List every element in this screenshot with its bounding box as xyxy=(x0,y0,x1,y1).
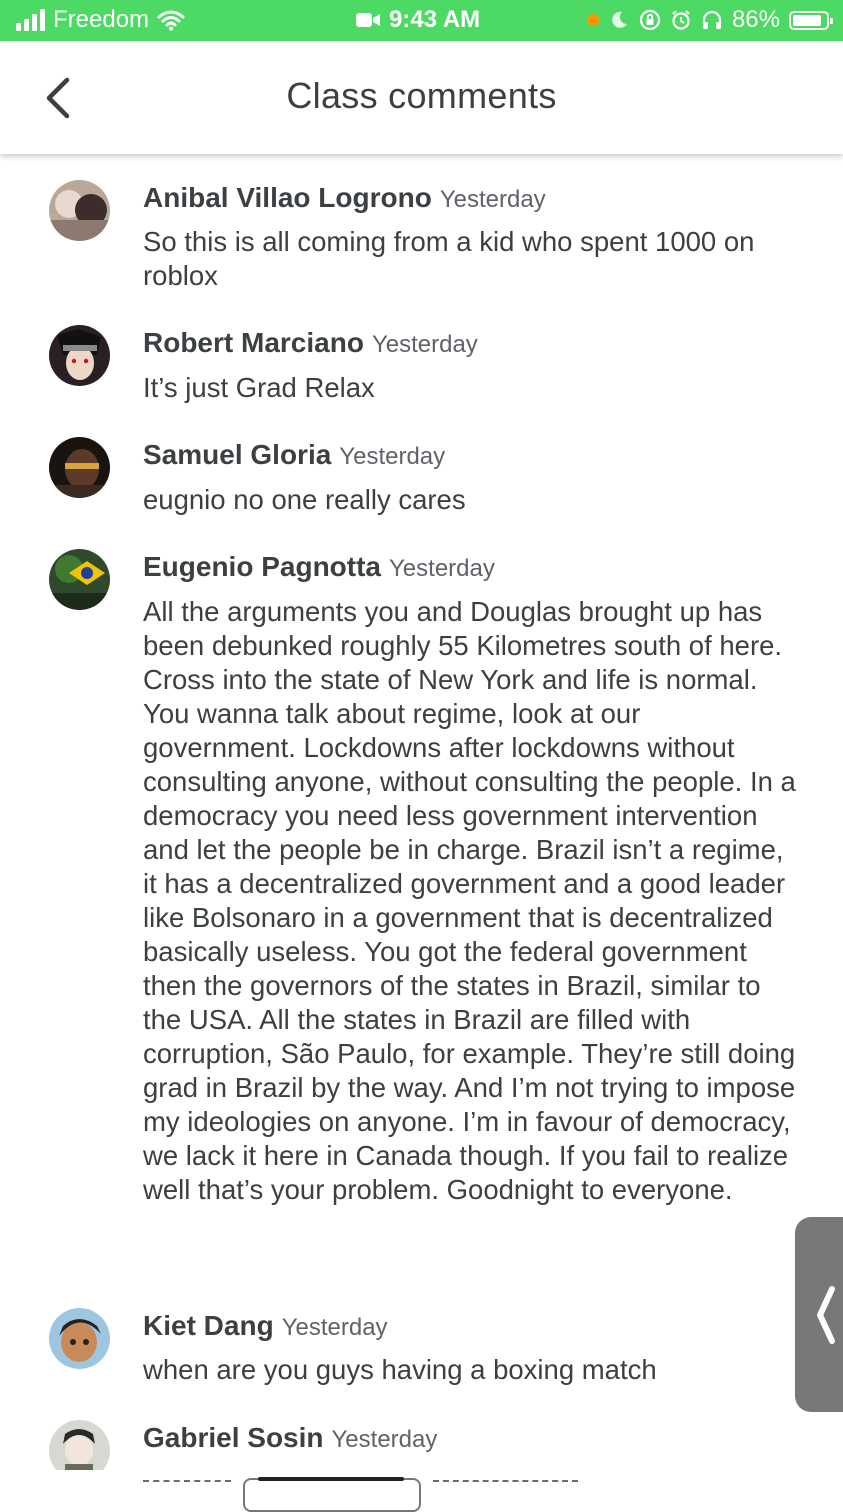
comment-author: Anibal Villao Logrono xyxy=(143,182,432,213)
video-camera-icon xyxy=(356,13,380,27)
comment-author: Eugenio Pagnotta xyxy=(143,551,381,582)
signal-icon xyxy=(16,9,45,31)
comment-time: Yesterday xyxy=(281,1314,388,1341)
avatar[interactable] xyxy=(49,1308,110,1369)
divider xyxy=(433,1480,578,1482)
battery-icon xyxy=(789,10,833,30)
moon-icon xyxy=(608,9,630,31)
comment-time: Yesterday xyxy=(331,1426,438,1453)
comment-meta: Gabriel Sosin Yesterday xyxy=(143,1422,437,1454)
carrier-label: Freedom xyxy=(53,6,150,33)
avatar[interactable] xyxy=(49,180,110,241)
battery-percent: 86% xyxy=(731,6,780,33)
divider xyxy=(143,1480,231,1482)
status-left: Freedom xyxy=(16,6,185,34)
alarm-icon xyxy=(670,9,692,31)
partial-bar xyxy=(258,1477,404,1481)
comment-text: All the arguments you and Douglas brough… xyxy=(143,596,796,1205)
comment-text: when are you guys having a boxing match xyxy=(143,1354,657,1385)
comment-meta: Eugenio Pagnotta Yesterday xyxy=(143,551,495,583)
chevron-left-icon xyxy=(817,1285,835,1344)
side-drawer-handle[interactable] xyxy=(795,1217,843,1412)
app-bar: Class comments xyxy=(0,41,843,154)
status-right: 86% xyxy=(586,6,833,34)
comment-author: Gabriel Sosin xyxy=(143,1422,324,1453)
comment-time: Yesterday xyxy=(439,186,546,213)
comment-meta: Kiet Dang Yesterday xyxy=(143,1310,388,1342)
wifi-icon xyxy=(157,10,185,31)
partial-box xyxy=(243,1478,421,1512)
comment-time: Yesterday xyxy=(371,331,478,358)
comment-meta: Robert Marciano Yesterday xyxy=(143,327,478,359)
bottom-area xyxy=(0,1470,843,1499)
status-bar: Freedom 9:43 AM 86% xyxy=(0,0,843,41)
comment-text: eugnio no one really cares xyxy=(143,484,466,515)
comment-meta: Anibal Villao Logrono Yesterday xyxy=(143,182,546,214)
comment-time: Yesterday xyxy=(389,555,495,582)
clock-time: 9:43 AM xyxy=(389,6,481,33)
comment-author: Robert Marciano xyxy=(143,327,364,358)
avatar[interactable] xyxy=(49,325,110,386)
avatar[interactable] xyxy=(49,549,110,610)
comment-author: Kiet Dang xyxy=(143,1310,274,1341)
rotation-lock-icon xyxy=(639,9,661,31)
headphones-icon xyxy=(701,9,723,31)
status-center: 9:43 AM xyxy=(355,6,480,34)
comment-text: It’s just Grad Relax xyxy=(143,372,375,403)
orange-indicator-dot xyxy=(586,14,599,26)
comment-time: Yesterday xyxy=(339,443,446,470)
avatar[interactable] xyxy=(49,437,110,498)
comment-author: Samuel Gloria xyxy=(143,439,332,470)
comment-meta: Samuel Gloria Yesterday xyxy=(143,439,445,471)
page-title: Class comments xyxy=(286,75,557,116)
comment-text: So this is all coming from a kid who spe… xyxy=(143,226,755,291)
